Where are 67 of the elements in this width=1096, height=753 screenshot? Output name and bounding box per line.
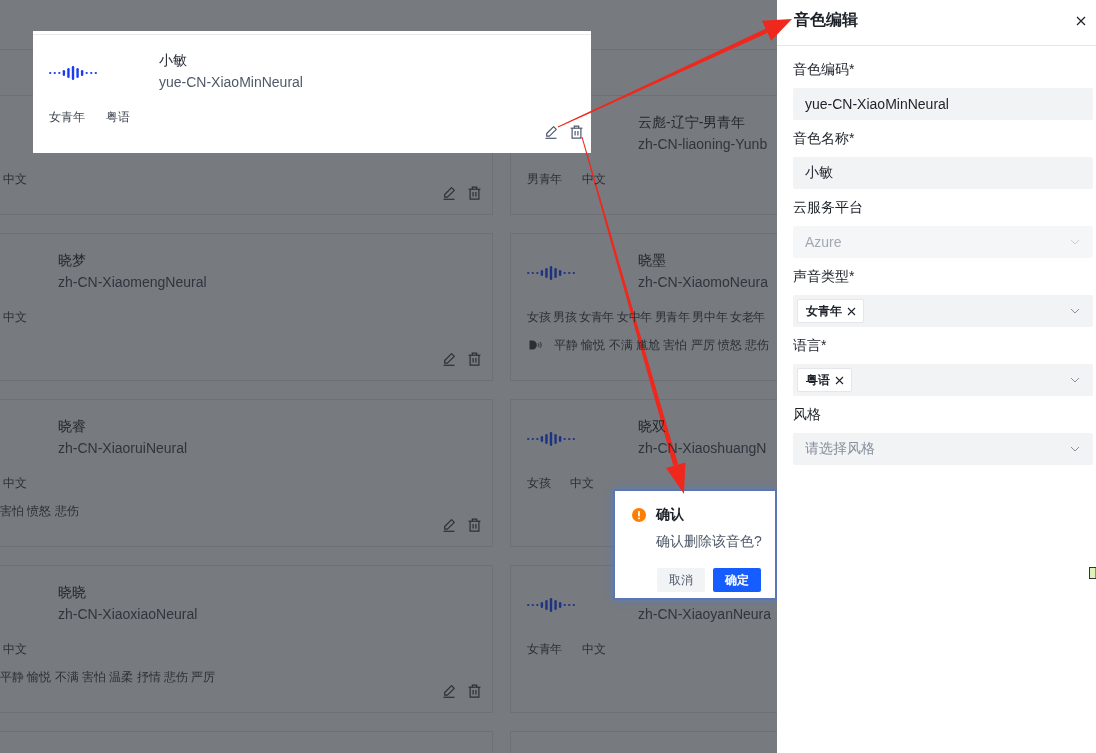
field-label: 语言* (793, 336, 828, 355)
voice-language: 中文 (570, 475, 595, 492)
field-label: 音色编码* (793, 60, 856, 79)
voice-language: 中文 (3, 475, 27, 492)
voice-code: zh-CN-XiaomoNeura (638, 274, 768, 290)
pencil-icon[interactable] (442, 684, 456, 698)
close-icon[interactable] (847, 306, 856, 316)
voice-code: zh-CN-XiaomengNeural (58, 274, 207, 290)
voice-name: 小敏 (159, 52, 187, 68)
chevron-icon (1070, 308, 1080, 314)
field-label: 音色名称* (793, 129, 856, 148)
field-label: 云服务平台 (793, 198, 864, 217)
select-field[interactable]: 女青年 (793, 295, 1093, 327)
pencil-icon[interactable] (442, 186, 456, 200)
close-icon[interactable] (1076, 15, 1086, 26)
trash-icon[interactable] (570, 125, 583, 139)
select-value: Azure (805, 234, 843, 250)
voice-language: 中文 (581, 171, 606, 188)
trash-icon[interactable] (468, 518, 481, 532)
trash-icon[interactable] (468, 186, 481, 200)
voice-language: 中文 (3, 171, 27, 188)
popover-message: 确认删除该音色? (656, 532, 763, 551)
tag-text: 女青年 (806, 302, 842, 320)
chevron-icon (1070, 377, 1080, 383)
voice-name: 晓墨 (638, 252, 666, 268)
pencil-icon[interactable] (544, 125, 558, 139)
chevron-icon (1070, 446, 1080, 452)
pencil-icon[interactable] (442, 352, 456, 366)
trash-icon[interactable] (468, 684, 481, 698)
voice-name: 晓梦 (58, 252, 86, 268)
text-input[interactable]: yue-CN-XiaoMinNeural (793, 88, 1093, 120)
voice-code: zh-CN-XiaoyanNeura (638, 606, 772, 622)
drawer-title: 音色编辑 (794, 10, 858, 30)
select-placeholder: 请选择风格 (805, 440, 876, 458)
cancel-button[interactable]: 取消 (657, 568, 705, 592)
voice-styles: 害怕 愤怒 悲伤 (0, 503, 79, 520)
confirm-button[interactable]: 确定 (713, 568, 761, 592)
chevron-icon (1070, 239, 1080, 245)
field-label: 风格 (793, 405, 822, 424)
speaker-icon (529, 339, 542, 351)
voice-styles: 平静 愉悦 不满 害怕 温柔 抒情 悲伤 严厉 (0, 669, 216, 686)
voice-language: 中文 (3, 309, 27, 326)
select-field[interactable]: 粤语 (793, 364, 1093, 396)
voice-name: 云彪-辽宁-男青年 (638, 114, 746, 130)
voice-code: yue-CN-XiaoMinNeural (159, 74, 303, 90)
pencil-icon[interactable] (442, 518, 456, 532)
voice-code: zh-CN-liaoning-Yunb (638, 136, 768, 152)
voice-language: 粤语 (106, 109, 130, 126)
voice-type: 女孩 (527, 475, 551, 492)
voice-type: 男青年 (527, 171, 562, 188)
voice-name: 晓睿 (58, 418, 86, 434)
voice-type: 女青年 (527, 641, 562, 658)
voice-code: zh-CN-XiaoruiNeural (58, 440, 188, 456)
popover-title: 确认 (656, 506, 684, 524)
close-icon[interactable] (835, 375, 844, 385)
trash-icon[interactable] (468, 352, 481, 366)
waveform-icon (49, 66, 97, 80)
voice-name: 晓晓 (58, 584, 86, 600)
voice-language: 中文 (3, 641, 27, 658)
text-input[interactable]: 小敏 (793, 157, 1093, 189)
field-label: 声音类型* (793, 267, 856, 286)
voice-type: 女青年 (49, 109, 85, 126)
edge-tab-icon (1089, 567, 1096, 579)
tag-text: 粤语 (806, 371, 830, 389)
voice-language: 中文 (581, 641, 606, 658)
voice-code: zh-CN-XiaoxiaoNeural (58, 606, 198, 622)
warning-icon (632, 508, 646, 522)
